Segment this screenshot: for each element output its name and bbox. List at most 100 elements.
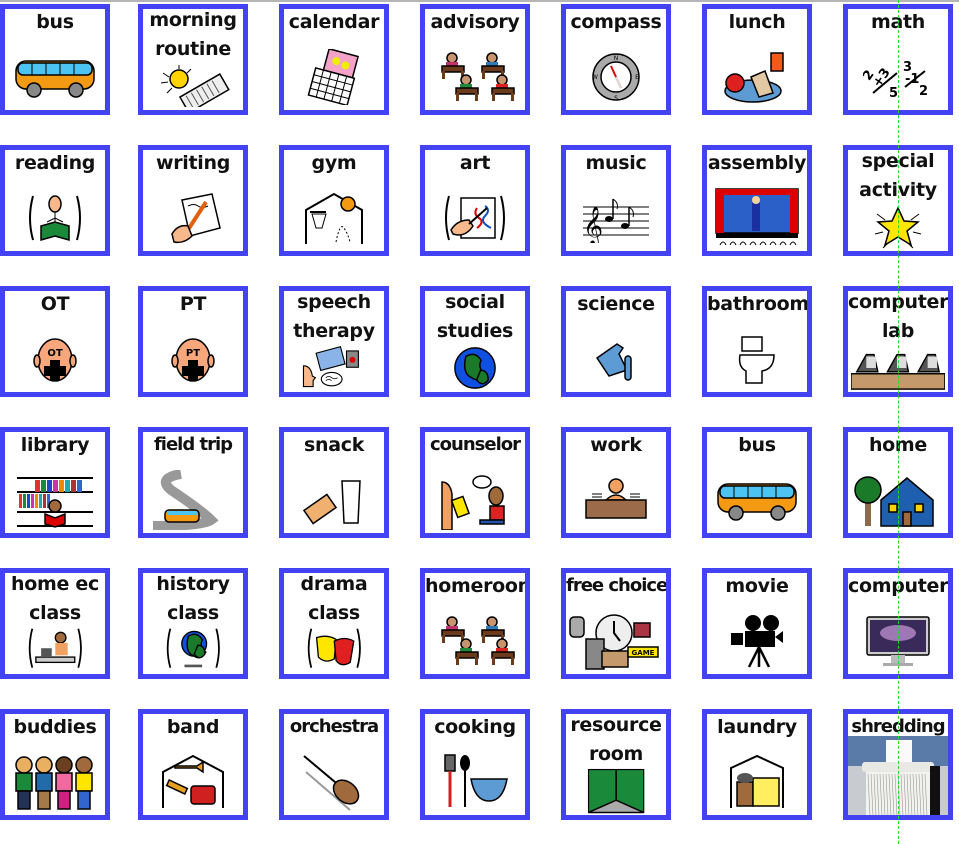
flask-icon	[566, 330, 666, 388]
picture-card-gym[interactable]: gym	[279, 145, 389, 256]
card-label: morning routine	[143, 9, 243, 64]
picture-card-cooking[interactable]: cooking	[420, 709, 530, 820]
counselor-talk-icon	[425, 471, 525, 530]
card-label: drama class	[284, 573, 384, 628]
sun-newspaper-icon	[143, 64, 243, 108]
music-notes-icon: 𝄞	[566, 189, 666, 247]
movie-camera-icon	[707, 612, 807, 670]
card-label-line: resource	[570, 714, 662, 736]
card-label: bus	[36, 11, 74, 33]
picture-card-reading[interactable]: reading	[0, 145, 110, 256]
picture-card-pt[interactable]: PT PT	[138, 286, 248, 397]
picture-card-bus[interactable]: bus	[702, 427, 812, 538]
card-label: calendar	[288, 11, 380, 33]
card-label: counselor	[430, 434, 521, 455]
card-label: home ec class	[5, 573, 105, 628]
card-label: library	[20, 434, 90, 456]
person-at-desk-icon	[566, 471, 666, 529]
card-label: free choice	[566, 575, 668, 596]
picture-card-movie[interactable]: movie	[702, 568, 812, 679]
card-label-line: class	[29, 602, 81, 624]
clock-toys-icon: GAME	[566, 612, 666, 670]
alignment-guide-line[interactable]	[898, 0, 899, 844]
globe-icon	[425, 346, 525, 390]
desk-globe-icon	[143, 628, 243, 672]
card-label-line: morning	[149, 9, 237, 31]
picture-card-calendar[interactable]: calendar	[279, 4, 389, 115]
card-label: art	[459, 152, 491, 174]
card-label-line: studies	[436, 320, 514, 342]
picture-card-band[interactable]: band	[138, 709, 248, 820]
picture-card-library[interactable]: library	[0, 427, 110, 538]
picture-card-home-ec-class[interactable]: home ec class	[0, 568, 110, 679]
page-top-edge	[0, 0, 959, 2]
ot-head-icon: OT	[5, 330, 105, 388]
picture-card-bus[interactable]: bus	[0, 4, 110, 115]
svg-text:W: W	[592, 74, 598, 81]
picture-card-homeroom[interactable]: homeroom	[420, 568, 530, 679]
svg-text:GAME: GAME	[632, 649, 655, 657]
picture-card-science[interactable]: science	[561, 286, 671, 397]
hand-writing-icon	[143, 189, 243, 247]
room-corner-icon	[566, 768, 666, 814]
picture-card-music[interactable]: music 𝄞	[561, 145, 671, 256]
card-label: gym	[311, 152, 357, 174]
picture-card-resource-room[interactable]: resource room	[561, 709, 671, 820]
card-label: resource room	[566, 714, 666, 769]
svg-text:PT: PT	[186, 348, 200, 359]
card-label: writing	[155, 152, 231, 174]
picture-card-advisory[interactable]: advisory	[420, 4, 530, 115]
picture-card-compass[interactable]: compass N S E W	[561, 4, 671, 115]
card-label: OT	[40, 293, 70, 315]
card-label-line: routine	[155, 38, 231, 60]
card-label: science	[577, 293, 655, 315]
lunch-tray-icon	[707, 48, 807, 106]
card-label: bathroom	[707, 293, 809, 315]
picture-card-lunch[interactable]: lunch	[702, 4, 812, 115]
card-label: movie	[725, 575, 789, 597]
picture-card-morning-routine[interactable]: morning routine	[138, 4, 248, 115]
picture-card-field-trip[interactable]: field trip	[138, 427, 248, 538]
picture-card-speech-therapy[interactable]: speech therapy	[279, 286, 389, 397]
card-label-line: home ec	[11, 573, 99, 595]
picture-card-history-class[interactable]: history class	[138, 568, 248, 679]
picture-card-laundry[interactable]: laundry	[702, 709, 812, 820]
cooking-stove-icon	[5, 628, 105, 672]
hand-painting-icon	[425, 189, 525, 247]
picture-card-ot[interactable]: OT OT	[0, 286, 110, 397]
picture-card-counselor[interactable]: counselor	[420, 427, 530, 538]
picture-card-drama-class[interactable]: drama class	[279, 568, 389, 679]
card-label: bus	[738, 434, 776, 456]
picture-card-work[interactable]: work	[561, 427, 671, 538]
card-label: homeroom	[425, 575, 530, 597]
picture-card-free-choice[interactable]: free choice GAME	[561, 568, 671, 679]
card-label: band	[166, 716, 220, 738]
picture-card-social-studies[interactable]: social studies	[420, 286, 530, 397]
compass-icon: N S E W	[566, 48, 666, 106]
card-label-line: room	[588, 743, 644, 765]
students-at-desks-icon	[425, 612, 525, 670]
picture-card-writing[interactable]: writing	[138, 145, 248, 256]
violin-icon	[284, 753, 384, 811]
picture-card-buddies[interactable]: buddies	[0, 709, 110, 820]
svg-text:S: S	[614, 95, 618, 102]
svg-text:E: E	[635, 74, 639, 81]
picture-card-bathroom[interactable]: bathroom	[702, 286, 812, 397]
picture-card-art[interactable]: art	[420, 145, 530, 256]
bus-icon	[707, 471, 807, 529]
speech-icon	[284, 346, 384, 390]
bus-icon	[5, 48, 105, 106]
picture-card-snack[interactable]: snack	[279, 427, 389, 538]
card-label: advisory	[430, 11, 520, 33]
card-label: field trip	[153, 434, 233, 455]
picture-card-assembly[interactable]: assembly	[702, 145, 812, 256]
stage-icon	[707, 188, 807, 247]
card-label: assembly	[707, 152, 807, 174]
svg-text:𝄞: 𝄞	[583, 206, 603, 243]
basketball-hoop-icon	[284, 189, 384, 247]
picture-card-orchestra[interactable]: orchestra	[279, 709, 389, 820]
svg-text:N: N	[614, 55, 619, 62]
card-label-line: class	[308, 602, 360, 624]
card-label: cooking	[434, 716, 516, 738]
person-reading-icon	[5, 189, 105, 247]
